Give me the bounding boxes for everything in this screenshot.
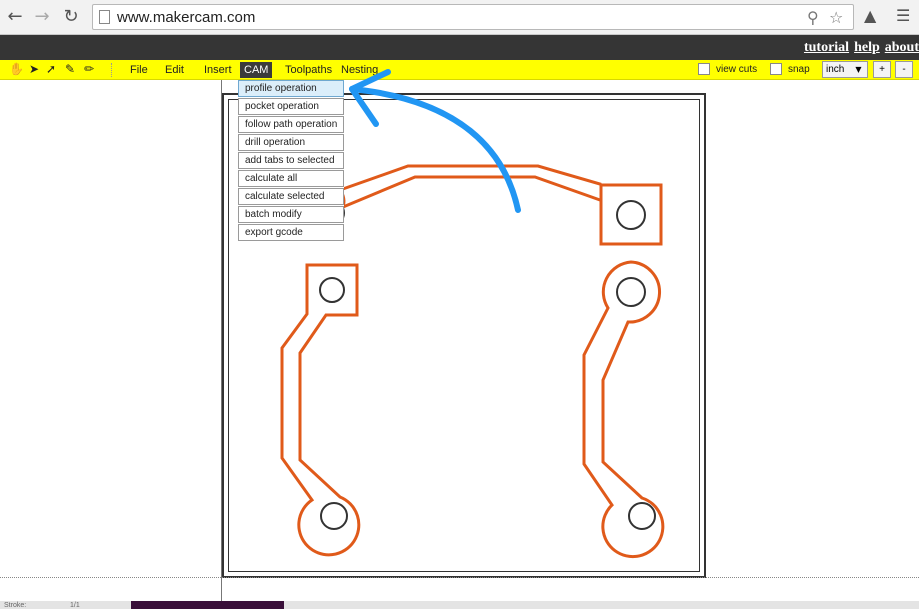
status-value: 1/1 (70, 602, 80, 609)
zoom-in-button[interactable]: + (873, 61, 891, 78)
menu-item-profile-operation[interactable]: profile operation (238, 80, 344, 97)
pcb-drawing[interactable] (0, 80, 919, 609)
hole-right-bottom (628, 502, 656, 530)
menu-item-pocket-operation[interactable]: pocket operation (238, 98, 344, 115)
trace-left (280, 263, 361, 557)
hand-icon[interactable]: ✋ (9, 62, 24, 77)
url-text: www.makercam.com (117, 9, 256, 26)
menu-item-export-gcode[interactable]: export gcode (238, 224, 344, 241)
menu-edit[interactable]: Edit (161, 62, 188, 78)
forward-arrow-icon[interactable]: → (31, 6, 53, 28)
toolbar-divider (111, 63, 112, 77)
unit-value: inch (826, 64, 845, 75)
page-icon (99, 10, 110, 24)
menu-item-calculate-selected[interactable]: calculate selected (238, 188, 344, 205)
about-link[interactable]: about (885, 40, 919, 56)
menu-file[interactable]: File (126, 62, 152, 78)
back-arrow-icon[interactable]: ← (4, 6, 26, 28)
menu-insert[interactable]: Insert (200, 62, 236, 78)
status-label: Stroke: (4, 602, 27, 609)
trace-right (582, 260, 665, 559)
menu-item-calculate-all[interactable]: calculate all (238, 170, 344, 187)
menu-item-batch-modify[interactable]: batch modify (238, 206, 344, 223)
node-select-icon[interactable]: ➚ (44, 62, 58, 77)
browser-toolbar: ← → ↻ www.makercam.com ⚲ ☆ ▲ ☰ (0, 0, 919, 35)
snap-checkbox[interactable] (770, 63, 782, 75)
snap-label: snap (788, 64, 810, 75)
menu-cam[interactable]: CAM (240, 62, 273, 78)
view-cuts-label: view cuts (716, 64, 758, 75)
menu-toolpaths[interactable]: Toolpaths (281, 62, 336, 78)
trace-top (339, 164, 602, 209)
menu-icon[interactable]: ☰ (896, 6, 910, 25)
reload-icon[interactable]: ↻ (60, 6, 82, 28)
node-edit-icon[interactable]: ✏ (82, 62, 96, 77)
menu-item-drill-operation[interactable]: drill operation (238, 134, 344, 151)
cam-dropdown-menu: profile operation pocket operation follo… (238, 80, 344, 242)
menu-item-follow-path-operation[interactable]: follow path operation (238, 116, 344, 133)
tutorial-link[interactable]: tutorial (804, 40, 849, 56)
star-icon[interactable]: ☆ (829, 8, 843, 27)
address-bar[interactable]: www.makercam.com ⚲ ☆ (92, 4, 854, 30)
site-header: tutorial help about (0, 35, 919, 60)
menu-nesting[interactable]: Nesting (337, 62, 382, 78)
chevron-down-icon: ▼ (855, 65, 862, 74)
hole-right-top (616, 277, 646, 307)
hole-top-right (616, 200, 646, 230)
status-bar-dark-block (131, 601, 284, 609)
menu-item-add-tabs[interactable]: add tabs to selected (238, 152, 344, 169)
app-menubar: ✋ ➤ ➚ ✎ ✏ File Edit Insert CAM Toolpaths… (0, 60, 919, 80)
unit-select[interactable]: inch ▼ (822, 61, 868, 78)
help-link[interactable]: help (854, 40, 880, 56)
view-cuts-checkbox[interactable] (698, 63, 710, 75)
pad-top-right (599, 183, 663, 246)
hole-left-top (319, 277, 345, 303)
canvas-workspace[interactable]: Stroke: 1/1 (0, 80, 919, 609)
extension-icon[interactable]: ▲ (864, 6, 876, 25)
hole-left-bottom (320, 502, 348, 530)
select-arrow-icon[interactable]: ➤ (27, 62, 41, 77)
zoom-out-button[interactable]: - (895, 61, 913, 78)
search-icon[interactable]: ⚲ (807, 8, 819, 27)
pen-icon[interactable]: ✎ (63, 62, 77, 77)
